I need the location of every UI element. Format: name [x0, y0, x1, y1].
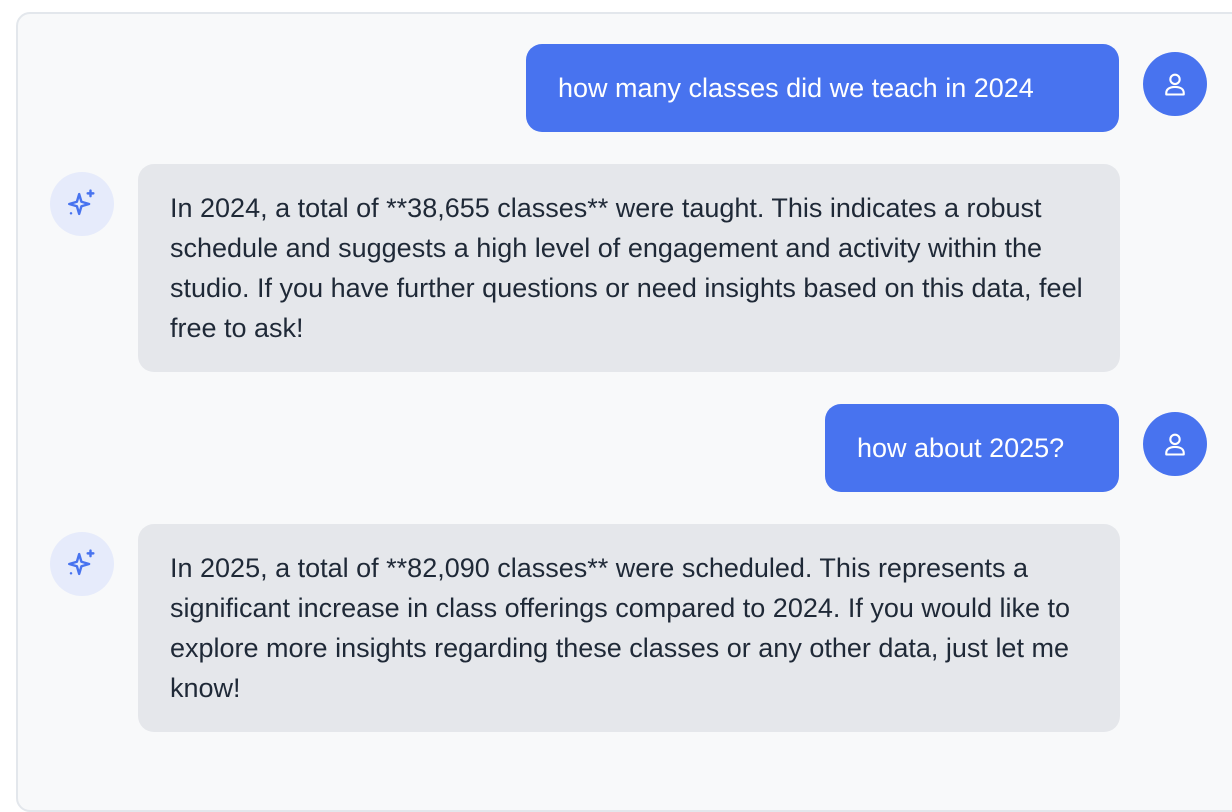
- sparkle-icon: [65, 547, 99, 581]
- assistant-message: In 2024, a total of **38,655 classes** w…: [138, 164, 1120, 372]
- user-avatar: [1143, 412, 1207, 476]
- user-message: how about 2025?: [825, 404, 1119, 492]
- assistant-avatar: [50, 532, 114, 596]
- sparkle-icon: [65, 187, 99, 221]
- assistant-message: In 2025, a total of **82,090 classes** w…: [138, 524, 1120, 732]
- user-message: how many classes did we teach in 2024: [526, 44, 1119, 132]
- assistant-avatar: [50, 172, 114, 236]
- user-icon: [1161, 70, 1189, 98]
- user-avatar: [1143, 52, 1207, 116]
- user-icon: [1161, 430, 1189, 458]
